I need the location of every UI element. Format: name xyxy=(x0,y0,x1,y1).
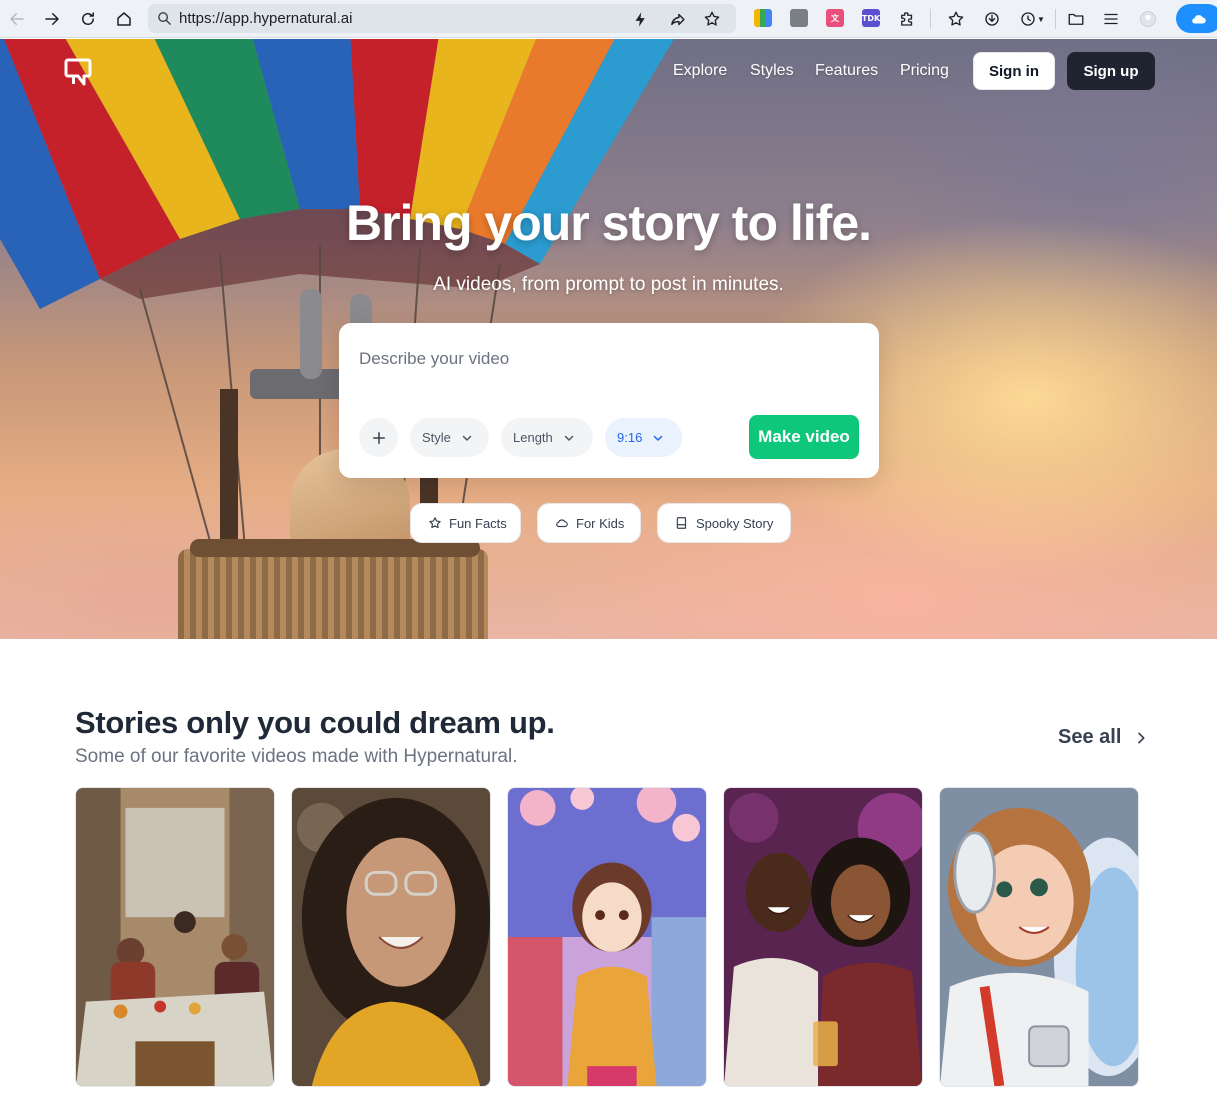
banquet-thumbnail xyxy=(76,788,274,1086)
back-button[interactable] xyxy=(5,7,29,31)
caret-down-icon: ▼ xyxy=(1037,14,1045,24)
see-all-link[interactable]: See all xyxy=(1058,726,1149,749)
style-dropdown[interactable]: Style xyxy=(410,418,489,457)
add-attachment-button[interactable] xyxy=(359,418,398,457)
history-icon xyxy=(1021,12,1035,26)
story-card-portrait[interactable] xyxy=(291,787,491,1087)
share-arrow-icon xyxy=(670,13,685,25)
folder-icon xyxy=(1068,13,1084,25)
menu-icon xyxy=(1104,13,1118,25)
nav-link-features[interactable]: Features xyxy=(815,62,878,80)
extensions-button[interactable] xyxy=(896,8,918,30)
profile-avatar-icon xyxy=(1140,11,1156,27)
nav-link-pricing[interactable]: Pricing xyxy=(900,62,949,80)
story-card-couple[interactable] xyxy=(723,787,923,1087)
history-button[interactable]: ▼ xyxy=(1017,8,1047,30)
astronaut-thumbnail xyxy=(940,788,1138,1086)
lightning-icon xyxy=(635,11,645,27)
nav-link-styles[interactable]: Styles xyxy=(750,62,794,80)
story-card-anime[interactable] xyxy=(507,787,707,1087)
hypernatural-logo-icon[interactable] xyxy=(64,57,92,87)
sign-up-button[interactable]: Sign up xyxy=(1067,52,1155,90)
toolbar-divider xyxy=(930,9,931,29)
chevron-down-icon xyxy=(462,435,472,441)
describe-video-input[interactable] xyxy=(359,345,859,373)
sign-in-button[interactable]: Sign in xyxy=(973,52,1055,90)
stories-subtitle: Some of our favorite videos made with Hy… xyxy=(75,746,518,767)
see-all-label: See all xyxy=(1058,726,1122,748)
aspect-ratio-label: 9:16 xyxy=(617,430,643,445)
favorites-button[interactable] xyxy=(945,8,967,30)
chevron-down-icon xyxy=(564,435,574,441)
couple-thumbnail xyxy=(724,788,922,1086)
style-dropdown-label: Style xyxy=(422,430,451,445)
arrow-left-icon xyxy=(10,13,24,25)
reload-button[interactable] xyxy=(76,7,100,31)
search-icon xyxy=(158,12,171,25)
star-icon xyxy=(948,11,964,26)
copy-extension-icon[interactable] xyxy=(790,9,808,27)
reload-icon xyxy=(82,12,94,25)
menu-button[interactable] xyxy=(1100,8,1122,30)
length-dropdown-label: Length xyxy=(513,430,553,445)
plus-icon xyxy=(372,431,385,444)
home-icon xyxy=(117,12,131,26)
chip-spooky-story-label: Spooky Story xyxy=(696,515,774,531)
forward-button[interactable] xyxy=(40,7,64,31)
cloud-sync-button[interactable] xyxy=(1176,4,1217,33)
star-outline-icon xyxy=(704,11,720,26)
top-navigation: Explore Styles Features Pricing Sign in … xyxy=(0,39,1217,103)
cloud-icon xyxy=(1192,14,1206,24)
balloon-basket xyxy=(178,549,488,639)
prompt-box: Style Length 9:16 Make video xyxy=(339,323,879,478)
portrait-thumbnail xyxy=(292,788,490,1086)
bookmark-star-button[interactable] xyxy=(702,9,722,29)
book-icon xyxy=(676,517,687,529)
home-button[interactable] xyxy=(112,7,136,31)
length-dropdown[interactable]: Length xyxy=(501,418,593,457)
collections-button[interactable] xyxy=(1065,8,1087,30)
chip-fun-facts[interactable]: Fun Facts xyxy=(410,503,521,543)
cloud-icon xyxy=(556,519,568,528)
grid-extension-icon[interactable] xyxy=(754,9,772,27)
toolbar-divider xyxy=(1055,9,1056,29)
chip-for-kids[interactable]: For Kids xyxy=(537,503,641,543)
translate-extension-icon[interactable]: 文 xyxy=(826,9,844,27)
download-icon xyxy=(985,12,999,26)
tdk-extension-label: TDK xyxy=(861,13,881,23)
chip-spooky-story[interactable]: Spooky Story xyxy=(657,503,791,543)
arrow-right-icon xyxy=(45,13,59,25)
chevron-down-icon xyxy=(654,435,663,441)
profile-button[interactable] xyxy=(1137,8,1159,30)
tdk-extension-icon[interactable]: TDK xyxy=(862,9,880,27)
bolt-button[interactable] xyxy=(630,9,650,29)
anime-thumbnail xyxy=(508,788,706,1086)
url-text[interactable]: https://app.hypernatural.ai xyxy=(179,10,352,27)
downloads-button[interactable] xyxy=(981,8,1003,30)
hero-section: Explore Styles Features Pricing Sign in … xyxy=(0,39,1217,639)
hero-title: Bring your story to life. xyxy=(345,195,872,251)
browser-toolbar: https://app.hypernatural.ai 文 TDK ▼ xyxy=(0,0,1217,38)
aspect-ratio-dropdown[interactable]: 9:16 xyxy=(605,418,682,457)
story-card-banquet[interactable] xyxy=(75,787,275,1087)
address-bar[interactable]: https://app.hypernatural.ai xyxy=(148,4,736,33)
stories-title: Stories only you could dream up. xyxy=(75,705,555,740)
chip-for-kids-label: For Kids xyxy=(576,515,625,531)
star-icon xyxy=(429,517,441,529)
story-card-astronaut[interactable] xyxy=(939,787,1139,1087)
nav-link-explore[interactable]: Explore xyxy=(673,62,727,80)
hero-subtitle: AI videos, from prompt to post in minute… xyxy=(433,274,784,295)
make-video-button[interactable]: Make video xyxy=(749,415,859,459)
chip-fun-facts-label: Fun Facts xyxy=(449,515,507,531)
share-button[interactable] xyxy=(667,9,687,29)
puzzle-icon xyxy=(901,12,913,26)
chevron-right-icon xyxy=(1138,732,1145,743)
